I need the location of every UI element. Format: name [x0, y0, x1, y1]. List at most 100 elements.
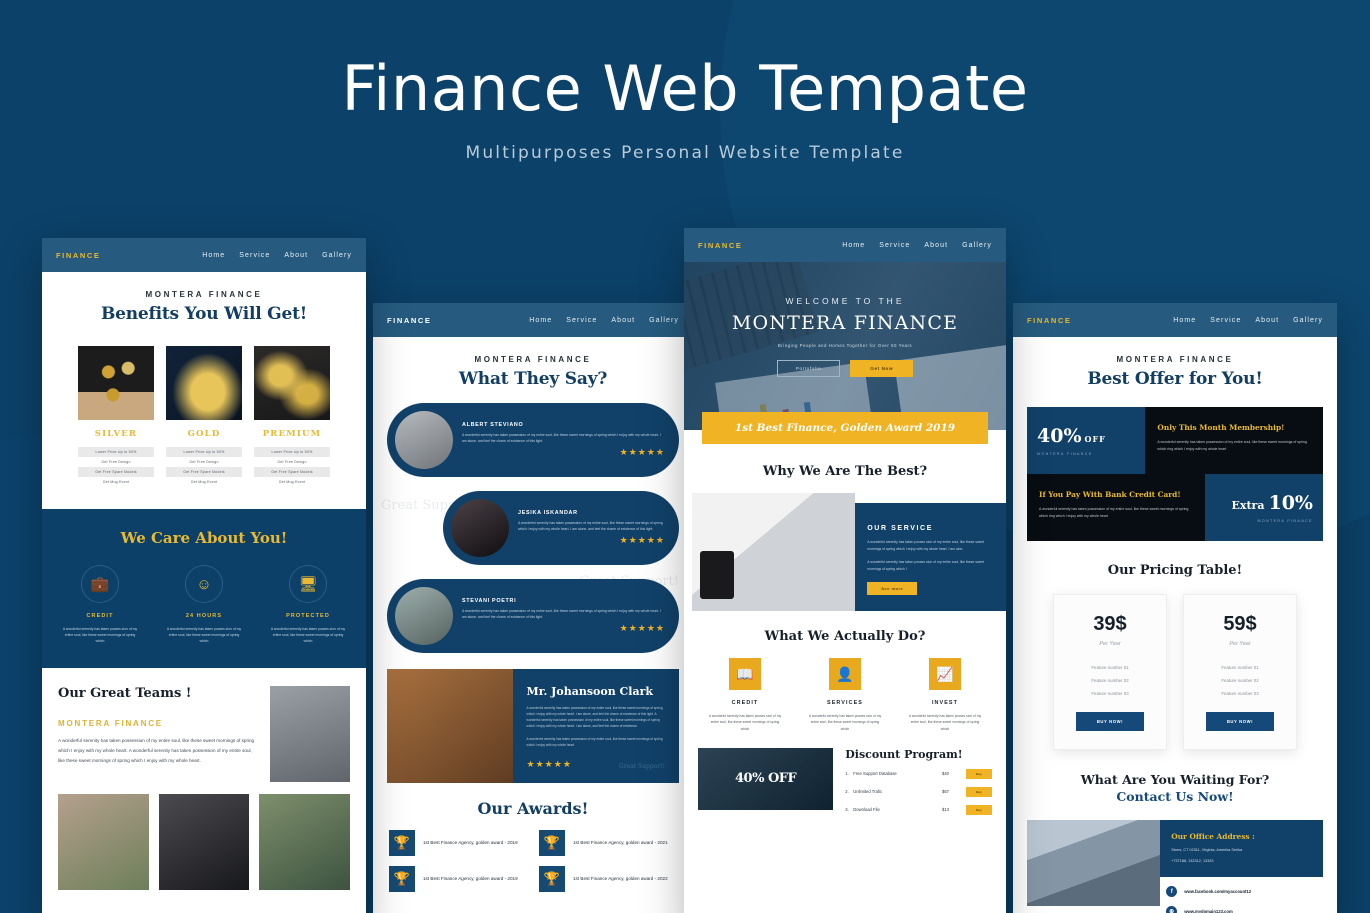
founder-body: Mr. Johansoon Clark A wonderful serenity… [512, 669, 679, 783]
benefit-plan-card[interactable]: PREMIUM Lower Price Up to 50% Get Free D… [254, 346, 330, 487]
rating-stars: ★★★★★ [619, 535, 665, 546]
discount-buy-button[interactable]: Buy [966, 768, 992, 779]
price-period: Per Year [1229, 641, 1251, 647]
mockup-testimonials-page: FINANCE Home Service About Gallery MONTE… [373, 303, 693, 913]
discount-badge: 40% OFF [734, 771, 797, 787]
offer-heading-2: If You Pay With Bank Credit Card! [1039, 490, 1181, 499]
offer-paragraph-2: A wonderful serenity has taken possessio… [1039, 507, 1189, 518]
portfolio-button[interactable]: Portofolio [776, 360, 841, 377]
nav-link-service[interactable]: Service [879, 242, 910, 249]
page-title-offer: Best Offer for You! [1087, 369, 1263, 389]
plan-feature-list: Lower Price Up to 50% Get Free Design Ge… [254, 447, 330, 487]
nav-link-about[interactable]: About [611, 317, 635, 324]
mockup-offer-page: FINANCE Home Service About Gallery MONTE… [1013, 303, 1337, 913]
plan-feature: Get Free Design [277, 460, 307, 464]
nav-link-home[interactable]: Home [842, 242, 865, 249]
discount-buy-button[interactable]: Buy [966, 804, 992, 815]
page-title: Finance Web Tempate [341, 52, 1029, 125]
buy-now-button[interactable]: BUY NOW! [1206, 712, 1274, 731]
discount-label: Unlimited Trafic [853, 789, 883, 795]
nav-link-service[interactable]: Service [239, 252, 270, 259]
testimonial-card: STEVANI POETRI A wonderful serenity has … [387, 579, 679, 653]
care-item: 💼 CREDIT A wonderful serenity has taken … [61, 565, 139, 644]
nav-link-gallery[interactable]: Gallery [962, 242, 992, 249]
awards-grid: 🏆 1st Best Finance Agency, golden award … [373, 818, 693, 892]
nav-link-home[interactable]: Home [202, 252, 225, 259]
offer-text-block: Only This Month Membership! A wonderful … [1145, 407, 1323, 474]
pricing-card[interactable]: 39$ Per Year Feature number 01 Feature n… [1053, 594, 1167, 750]
nav-link-home[interactable]: Home [1173, 317, 1196, 324]
testimonials-list: Great Support! Great Support! ALBERT STE… [373, 403, 693, 653]
section-eyebrow: MONTERA FINANCE [474, 355, 592, 364]
discount-body: Discount Program! 1. Free Support Databa… [845, 748, 992, 815]
we-care-row: 💼 CREDIT A wonderful serenity has taken … [54, 565, 354, 644]
office-address-line: Storrs, CT 02311, Virginia, Amerika Seri… [1171, 848, 1243, 852]
nav-link-about[interactable]: About [284, 252, 308, 259]
plan-feature: Get Free Spare Models [78, 467, 154, 477]
nav-brand[interactable]: FINANCE [1027, 316, 1072, 325]
rating-stars: ★★★★★ [619, 447, 665, 458]
nav-link-gallery[interactable]: Gallery [322, 252, 352, 259]
nav-link-gallery[interactable]: Gallery [1293, 317, 1323, 324]
support-24h-icon: ☺ [196, 575, 212, 593]
buy-now-button[interactable]: BUY NOW! [1076, 712, 1144, 731]
contact-section: Our Office Address : Storrs, CT 02311, V… [1027, 820, 1323, 913]
service-name: SERVICES [827, 700, 863, 706]
award-text: 1st Best Finance Agency, golden award - … [423, 839, 518, 845]
rating-stars: ★★★★★ [526, 759, 572, 770]
discount-buy-button[interactable]: Buy [966, 786, 992, 797]
teams-title: Our Great Teams ! [58, 686, 192, 702]
we-care-section: We Care About You! 💼 CREDIT A wonderful … [42, 509, 366, 669]
price-feature: Feature number 01 [1221, 665, 1259, 670]
founder-footer: ★★★★★ Great Support! [527, 756, 665, 770]
nav-link-about[interactable]: About [1255, 317, 1279, 324]
care-item-name: 24 HOURS [185, 613, 223, 619]
office-address-heading: Our Office Address : [1171, 832, 1255, 841]
section-eyebrow: MONTERA FINANCE [145, 290, 263, 299]
price-feature: Feature number 02 [1091, 678, 1129, 683]
contact-details: Our Office Address : Storrs, CT 02311, V… [1160, 820, 1323, 913]
plan-feature: Get Free Design [101, 460, 131, 464]
nav-brand[interactable]: FINANCE [56, 251, 101, 260]
price-amount: 59$ [1223, 613, 1257, 635]
nav-link-home[interactable]: Home [529, 317, 552, 324]
benefit-plan-card[interactable]: SILVER Lower Price Up to 50% Get Free De… [78, 346, 154, 487]
nav-link-gallery[interactable]: Gallery [649, 317, 679, 324]
social-link-website[interactable]: ⊕ www.mydomain123.com [1160, 906, 1323, 913]
see-more-button[interactable]: See more [867, 581, 918, 595]
service-text: A wonderful serenity has taken posses si… [908, 714, 982, 731]
why-best-title: Why We Are The Best? [762, 464, 928, 479]
get-now-button[interactable]: Get Now [850, 360, 914, 377]
plan-feature: Get Mug Event [102, 480, 130, 484]
page-header: Finance Web Tempate Multipurposes Person… [0, 0, 1370, 163]
nav-brand[interactable]: FINANCE [387, 316, 432, 325]
benefit-plan-card[interactable]: GOLD Lower Price Up to 50% Get Free Desi… [166, 346, 242, 487]
social-link-facebook[interactable]: f www.facebook.com/myaccount12 [1160, 886, 1323, 897]
offer-extra-number: 10% [1268, 492, 1313, 514]
nav-link-service[interactable]: Service [566, 317, 597, 324]
pricing-card[interactable]: 59$ Per Year Feature number 01 Feature n… [1183, 594, 1297, 750]
calculator-pen-image [692, 493, 856, 611]
premium-gold-image [254, 346, 330, 420]
avatar [395, 587, 453, 645]
testimonial-text: A wonderful serenity has taken possessio… [518, 520, 663, 531]
discount-index: 1. [845, 771, 849, 777]
social-link-text: www.facebook.com/myaccount12 [1184, 889, 1252, 894]
discount-label: Download File [853, 807, 880, 813]
discount-title: Discount Program! [845, 747, 963, 761]
plan-feature-list: Lower Price Up to 50% Get Free Design Ge… [78, 447, 154, 487]
nav-link-about[interactable]: About [924, 242, 948, 249]
offer-off-label: OFF [1084, 434, 1106, 444]
care-icon-ring: 💼 [81, 565, 119, 603]
page-subtitle: Multipurposes Personal Website Template [465, 143, 905, 164]
award-item: 🏆 1st Best Finance Agency, golden award … [389, 866, 527, 892]
nav-link-service[interactable]: Service [1210, 317, 1241, 324]
nav-brand[interactable]: FINANCE [698, 241, 743, 250]
offer-brand-sub: MONTERA FINANCE [1037, 452, 1093, 456]
care-icon-ring: ☺ [185, 565, 223, 603]
office-address-box: Our Office Address : Storrs, CT 02311, V… [1160, 820, 1323, 877]
trophy-icon: 🏆 [539, 866, 565, 892]
hero-content: WELCOME TO THE MONTERA FINANCE Bringing … [684, 262, 1006, 377]
discount-index: 2. [845, 789, 849, 795]
offer-percent-number: 40% [1037, 425, 1082, 447]
